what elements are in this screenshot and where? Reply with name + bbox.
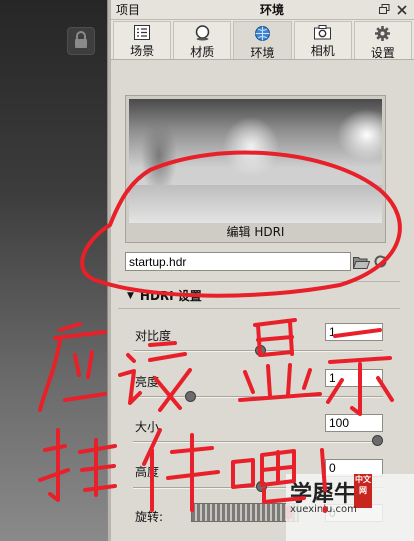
size-slider-knob[interactable]: [372, 435, 383, 446]
tab-label: 设置: [370, 46, 395, 60]
section-divider: [118, 281, 400, 282]
contrast-slider-knob[interactable]: [255, 345, 266, 356]
open-folder-icon[interactable]: [352, 253, 370, 271]
tab-camera[interactable]: 相机: [293, 21, 352, 59]
hdri-settings-header[interactable]: ▼ HDRI 设置: [127, 287, 202, 304]
panel-title-environment: 环境: [260, 3, 285, 17]
size-label: 大小: [135, 420, 160, 434]
watermark-badge: 中文网: [354, 474, 372, 508]
lock-icon: [73, 30, 89, 52]
panel-tabs: 场景 材质 环境 相机 设置: [111, 20, 414, 60]
restore-icon[interactable]: [376, 2, 392, 18]
collapse-triangle-icon: ▼: [127, 290, 134, 301]
close-icon[interactable]: [394, 2, 410, 18]
height-slider-knob[interactable]: [256, 481, 267, 492]
tab-environment[interactable]: 环境: [233, 21, 292, 60]
hdri-file-row: [125, 252, 399, 271]
tab-label: 相机: [310, 44, 335, 58]
tab-label: 环境: [250, 46, 275, 60]
brightness-label: 亮度: [135, 375, 160, 389]
watermark-url: xuexiniu.com: [290, 504, 357, 515]
brightness-slider-knob[interactable]: [185, 391, 196, 402]
globe-icon: [254, 25, 272, 42]
brightness-slider[interactable]: [133, 396, 383, 398]
tab-scene[interactable]: 场景: [113, 21, 172, 59]
tab-label: 场景: [130, 44, 155, 58]
height-label: 高度: [135, 465, 160, 479]
list-icon: [133, 25, 151, 40]
size-slider[interactable]: [133, 441, 383, 443]
tab-label: 材质: [190, 45, 215, 59]
rotation-jog-wheel[interactable]: [191, 503, 299, 522]
contrast-label: 对比度: [135, 329, 172, 343]
panel-title-project[interactable]: 项目: [116, 1, 226, 18]
rotation-label: 旋转:: [135, 510, 164, 524]
gear-icon: [374, 25, 392, 42]
watermark-logo: 学犀牛 中文网 xuexiniu.com: [286, 474, 414, 541]
lock-button[interactable]: [67, 27, 95, 55]
sphere-icon: [193, 25, 211, 41]
size-input[interactable]: [325, 414, 383, 432]
hdri-preview-frame[interactable]: 编辑 HDRI: [125, 95, 386, 243]
tab-material[interactable]: 材质: [173, 21, 232, 59]
camera-icon: [314, 25, 332, 40]
hdri-settings-title: HDRI 设置: [139, 289, 202, 303]
environment-content: 编辑 HDRI: [125, 95, 399, 271]
edit-hdri-button[interactable]: 编辑 HDRI: [129, 223, 382, 241]
hdri-preview-image: [129, 99, 382, 223]
hdri-file-input[interactable]: [125, 252, 351, 271]
contrast-input[interactable]: [325, 323, 383, 341]
viewport[interactable]: [0, 0, 110, 541]
panel-titlebar: 项目 环境: [111, 0, 414, 20]
brightness-input[interactable]: [325, 369, 383, 387]
tab-settings[interactable]: 设置: [353, 21, 413, 60]
refresh-icon[interactable]: [371, 253, 389, 271]
section-divider: [118, 308, 400, 309]
